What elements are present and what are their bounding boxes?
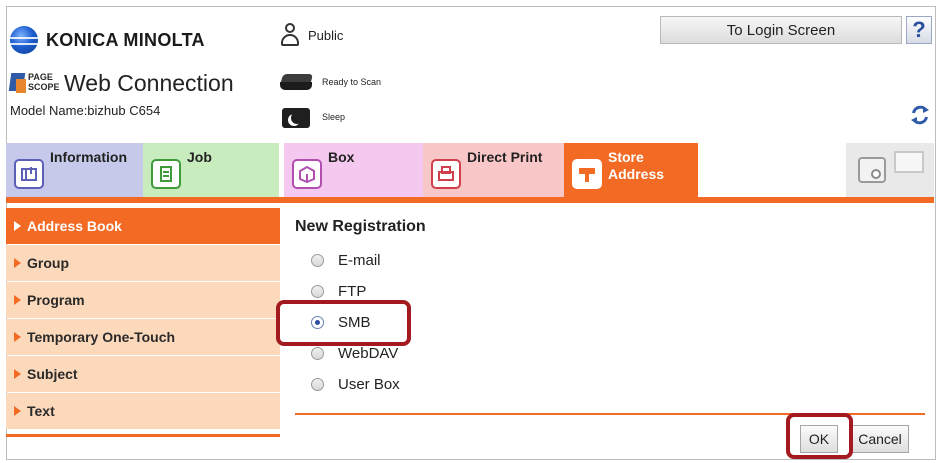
to-login-screen-button[interactable]: To Login Screen (660, 16, 902, 44)
tab-direct-print[interactable]: Direct Print (423, 143, 564, 197)
arrow-right-icon (14, 258, 21, 268)
radio-email[interactable] (311, 254, 324, 267)
web-connection-title: PAGE SCOPE Web Connection (8, 70, 234, 97)
tab-direct-print-label: Direct Print (467, 149, 543, 165)
status-ready: Ready to Scan (280, 72, 381, 92)
arrow-right-icon (14, 332, 21, 342)
konica-minolta-logo-icon (10, 26, 38, 54)
settings-icon[interactable] (858, 157, 886, 183)
tab-box[interactable]: Box (284, 143, 423, 197)
option-label: User Box (338, 376, 400, 393)
store-address-icon (572, 159, 602, 189)
cancel-button[interactable]: Cancel (851, 425, 909, 453)
sidebar-item-label: Temporary One-Touch (27, 329, 176, 345)
pagescope-logo-icon: PAGE SCOPE (8, 71, 60, 97)
panel-icon[interactable] (894, 151, 924, 173)
pagescope-logo-text: PAGE SCOPE (28, 71, 60, 92)
tab-store-address[interactable]: Store Address (564, 143, 698, 197)
sidebar-item-subject[interactable]: Subject (6, 356, 280, 392)
status-sleep: Sleep (280, 104, 345, 130)
user-icon (280, 23, 300, 47)
sidebar-item-label: Text (27, 403, 55, 419)
scanner-icon (280, 72, 314, 92)
tab-information[interactable]: Information (6, 143, 143, 197)
job-icon (151, 159, 181, 189)
arrow-right-icon (14, 406, 21, 416)
page-title: New Registration (295, 218, 426, 235)
sidebar-item-label: Subject (27, 366, 78, 382)
sidebar-item-address-book[interactable]: Address Book (6, 208, 280, 244)
option-email[interactable]: E-mail (311, 252, 381, 269)
radio-webdav[interactable] (311, 347, 324, 360)
tab-utility (846, 143, 934, 197)
sidebar: Address Book Group Program Temporary One… (6, 208, 280, 430)
brand: KONICA MINOLTA (10, 26, 205, 54)
arrow-right-icon (14, 295, 21, 305)
sidebar-item-label: Address Book (27, 218, 122, 234)
option-webdav[interactable]: WebDAV (311, 345, 398, 362)
arrow-right-icon (14, 221, 21, 231)
smb-highlight (276, 300, 411, 346)
option-label: WebDAV (338, 345, 399, 362)
box-icon (292, 159, 322, 189)
tab-store-address-label: Store Address (608, 149, 665, 182)
sidebar-item-text[interactable]: Text (6, 393, 280, 429)
tab-job[interactable]: Job (143, 143, 279, 197)
arrow-right-icon (14, 369, 21, 379)
radio-user-box[interactable] (311, 378, 324, 391)
sleep-icon (280, 104, 314, 130)
option-label: FTP (338, 283, 367, 300)
help-button[interactable]: ? (906, 16, 932, 44)
option-label: E-mail (338, 252, 381, 269)
tabs-divider (6, 197, 934, 203)
tab-box-label: Box (328, 149, 355, 165)
option-user-box[interactable]: User Box (311, 376, 400, 393)
radio-ftp[interactable] (311, 285, 324, 298)
status-sleep-text: Sleep (322, 112, 346, 122)
option-ftp[interactable]: FTP (311, 283, 366, 300)
product-title: Web Connection (64, 70, 234, 96)
direct-print-icon (431, 159, 461, 189)
sidebar-item-label: Group (27, 255, 69, 271)
user-indicator: Public (280, 23, 343, 47)
sidebar-item-program[interactable]: Program (6, 282, 280, 318)
sidebar-item-temporary-one-touch[interactable]: Temporary One-Touch (6, 319, 280, 355)
refresh-icon[interactable] (908, 103, 932, 127)
sidebar-item-group[interactable]: Group (6, 245, 280, 281)
main-tabs: Information Job Box Direct Print Store A… (6, 143, 934, 197)
model-name: Model Name:bizhub C654 (10, 103, 161, 118)
sidebar-item-label: Program (27, 292, 85, 308)
brand-name: KONICA MINOLTA (46, 29, 205, 50)
status-ready-text: Ready to Scan (322, 77, 382, 87)
ok-highlight (786, 413, 853, 459)
information-icon (14, 159, 44, 189)
user-name: Public (308, 27, 344, 43)
tab-job-label: Job (187, 149, 212, 165)
tab-information-label: Information (50, 149, 127, 165)
sidebar-divider (6, 434, 280, 437)
